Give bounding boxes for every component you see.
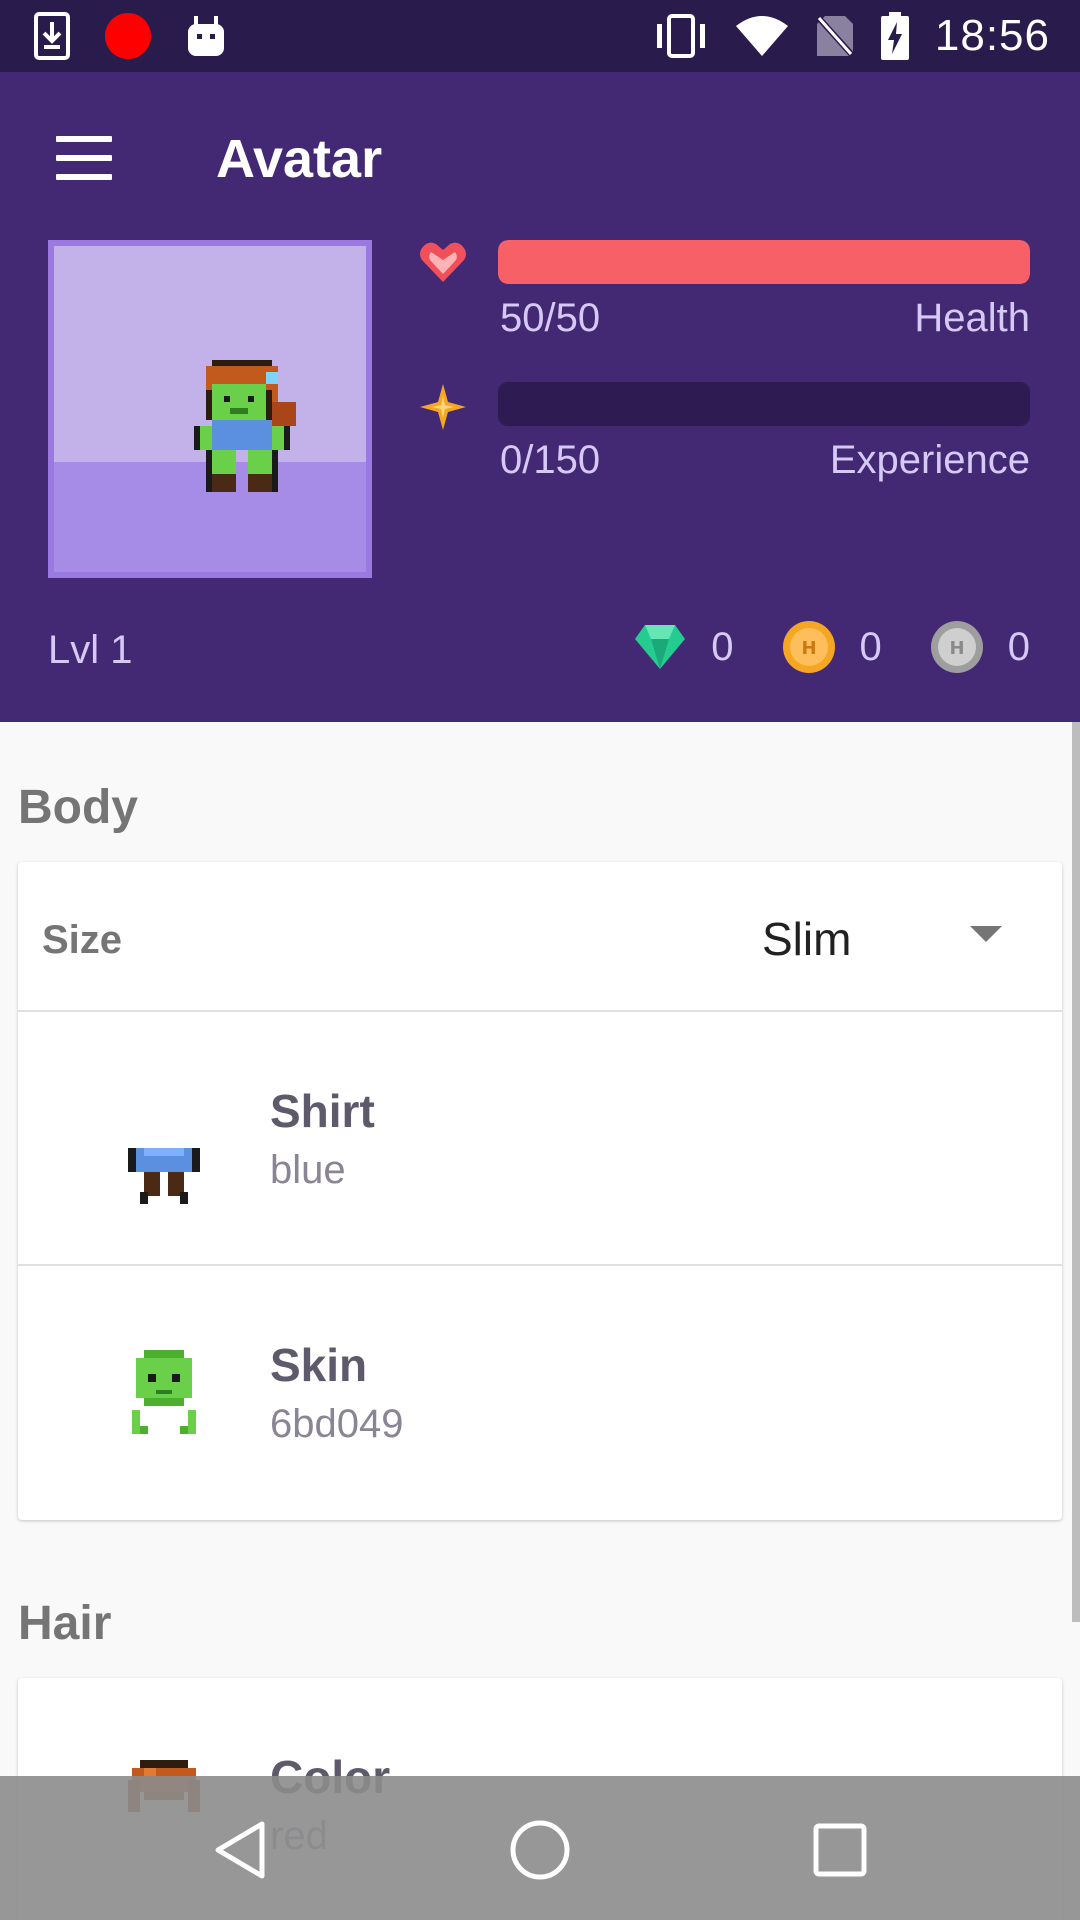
silver-currency: H 0 xyxy=(930,620,1030,674)
gold-amount: 0 xyxy=(859,624,882,669)
hamburger-menu-icon[interactable] xyxy=(56,136,112,180)
skin-value: 6bd049 xyxy=(270,1402,404,1446)
dropdown-arrow-icon xyxy=(970,926,1002,942)
vibrate-icon xyxy=(656,14,705,58)
navigation-bar xyxy=(0,1776,1080,1920)
skin-row[interactable]: Skin 6bd049 xyxy=(18,1266,1062,1520)
gold-currency: H 0 xyxy=(782,620,882,674)
heart-icon xyxy=(420,242,466,282)
no-sim-icon xyxy=(814,14,855,58)
health-label: Health xyxy=(914,296,1030,340)
svg-text:H: H xyxy=(949,638,964,659)
silver-amount: 0 xyxy=(1007,624,1030,669)
level-label: Lvl 1 xyxy=(48,628,133,672)
status-bar: 18:56 xyxy=(0,0,1080,72)
skin-icon xyxy=(132,1350,196,1434)
body-card: Size Slim Shirt blue Skin 6bd049 xyxy=(18,862,1062,1520)
page-title: Avatar xyxy=(216,129,383,189)
size-row: Size Slim xyxy=(18,862,1062,1012)
record-icon xyxy=(105,13,151,59)
star-icon xyxy=(420,384,466,430)
skin-title: Skin xyxy=(270,1339,368,1391)
battery-charging-icon xyxy=(880,12,909,60)
health-bar-fill xyxy=(498,240,1030,284)
size-dropdown[interactable]: Slim xyxy=(744,900,1044,972)
gem-icon xyxy=(635,625,686,669)
shirt-value: blue xyxy=(270,1148,346,1192)
android-debug-icon xyxy=(188,16,224,56)
scrollbar[interactable] xyxy=(1072,722,1080,1622)
download-icon xyxy=(34,12,70,60)
currencies: 0 H 0 H 0 xyxy=(585,620,1030,674)
gem-amount: 0 xyxy=(711,624,734,669)
section-title-hair: Hair xyxy=(18,1597,112,1650)
section-title-body: Body xyxy=(18,781,138,834)
experience-bar xyxy=(498,382,1030,426)
gem-currency: 0 xyxy=(633,623,734,671)
wifi-icon xyxy=(735,16,788,56)
avatar-header: Avatar 50/50 Health 0/150 Experience Lvl… xyxy=(0,72,1080,722)
customization-content[interactable]: Body Size Slim Shirt blue Skin 6bd049 Ha… xyxy=(0,722,1080,1920)
back-icon[interactable] xyxy=(208,1818,272,1882)
recents-icon[interactable] xyxy=(808,1818,872,1882)
clock: 18:56 xyxy=(934,11,1050,60)
shirt-row[interactable]: Shirt blue xyxy=(18,1012,1062,1266)
experience-value: 0/150 xyxy=(500,438,601,482)
shirt-icon xyxy=(128,1148,200,1204)
avatar-sprite xyxy=(194,360,296,492)
avatar-preview xyxy=(48,240,372,578)
home-icon[interactable] xyxy=(508,1818,572,1882)
experience-label: Experience xyxy=(829,438,1030,482)
svg-text:H: H xyxy=(801,638,816,659)
size-selected-value: Slim xyxy=(762,913,852,965)
shirt-title: Shirt xyxy=(270,1085,375,1137)
silver-coin-icon: H xyxy=(930,621,983,673)
size-label: Size xyxy=(42,918,123,962)
health-value: 50/50 xyxy=(500,296,601,340)
health-bar xyxy=(498,240,1030,284)
gold-coin-icon: H xyxy=(782,621,835,673)
